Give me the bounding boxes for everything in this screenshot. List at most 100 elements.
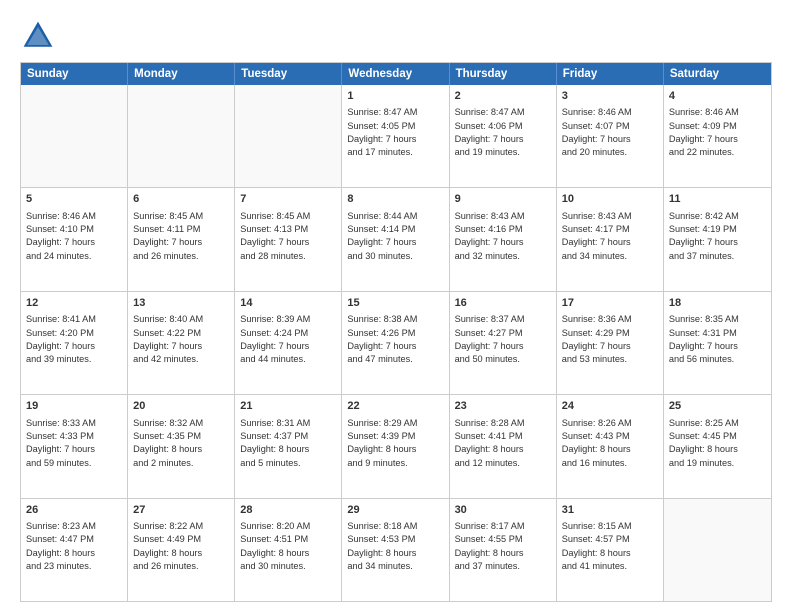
cell-details: Sunrise: 8:47 AM Sunset: 4:05 PM Dayligh… [347,107,417,157]
cal-cell-day-25: 25 Sunrise: 8:25 AM Sunset: 4:45 PM Dayli… [664,395,771,497]
day-number: 26 [26,503,122,518]
logo-icon [20,18,56,54]
cal-cell-day-12: 12 Sunrise: 8:41 AM Sunset: 4:20 PM Dayli… [21,292,128,394]
cell-details: Sunrise: 8:18 AM Sunset: 4:53 PM Dayligh… [347,521,417,571]
cell-details: Sunrise: 8:38 AM Sunset: 4:26 PM Dayligh… [347,314,417,364]
cell-details: Sunrise: 8:43 AM Sunset: 4:16 PM Dayligh… [455,211,525,261]
day-number: 22 [347,399,443,414]
cal-cell-empty [235,85,342,187]
cell-details: Sunrise: 8:25 AM Sunset: 4:45 PM Dayligh… [669,418,739,468]
day-number: 8 [347,192,443,207]
day-number: 27 [133,503,229,518]
cell-details: Sunrise: 8:43 AM Sunset: 4:17 PM Dayligh… [562,211,632,261]
cell-details: Sunrise: 8:31 AM Sunset: 4:37 PM Dayligh… [240,418,310,468]
cal-cell-day-2: 2Sunrise: 8:47 AM Sunset: 4:06 PM Daylig… [450,85,557,187]
header-cell-friday: Friday [557,63,664,85]
day-number: 28 [240,503,336,518]
cell-details: Sunrise: 8:46 AM Sunset: 4:10 PM Dayligh… [26,211,96,261]
cal-cell-empty [21,85,128,187]
cal-cell-empty [664,499,771,601]
cal-cell-empty [128,85,235,187]
day-number: 16 [455,296,551,311]
cal-cell-day-3: 3Sunrise: 8:46 AM Sunset: 4:07 PM Daylig… [557,85,664,187]
cal-cell-day-30: 30 Sunrise: 8:17 AM Sunset: 4:55 PM Dayli… [450,499,557,601]
cell-details: Sunrise: 8:20 AM Sunset: 4:51 PM Dayligh… [240,521,310,571]
day-number: 12 [26,296,122,311]
day-number: 4 [669,89,766,104]
cal-cell-day-16: 16 Sunrise: 8:37 AM Sunset: 4:27 PM Dayli… [450,292,557,394]
cell-details: Sunrise: 8:36 AM Sunset: 4:29 PM Dayligh… [562,314,632,364]
day-number: 11 [669,192,766,207]
day-number: 20 [133,399,229,414]
day-number: 18 [669,296,766,311]
day-number: 3 [562,89,658,104]
cal-cell-day-26: 26 Sunrise: 8:23 AM Sunset: 4:47 PM Dayli… [21,499,128,601]
header-cell-tuesday: Tuesday [235,63,342,85]
day-number: 7 [240,192,336,207]
day-number: 25 [669,399,766,414]
cal-row-2: 12 Sunrise: 8:41 AM Sunset: 4:20 PM Dayli… [21,291,771,394]
cell-details: Sunrise: 8:22 AM Sunset: 4:49 PM Dayligh… [133,521,203,571]
day-number: 15 [347,296,443,311]
cal-cell-day-17: 17 Sunrise: 8:36 AM Sunset: 4:29 PM Dayli… [557,292,664,394]
cal-cell-day-18: 18 Sunrise: 8:35 AM Sunset: 4:31 PM Dayli… [664,292,771,394]
day-number: 24 [562,399,658,414]
day-number: 1 [347,89,443,104]
day-number: 23 [455,399,551,414]
cell-details: Sunrise: 8:39 AM Sunset: 4:24 PM Dayligh… [240,314,310,364]
cell-details: Sunrise: 8:37 AM Sunset: 4:27 PM Dayligh… [455,314,525,364]
cal-cell-day-4: 4 Sunrise: 8:46 AM Sunset: 4:09 PM Daylig… [664,85,771,187]
cal-cell-day-21: 21Sunrise: 8:31 AM Sunset: 4:37 PM Dayli… [235,395,342,497]
day-number: 6 [133,192,229,207]
header [20,18,772,54]
cell-details: Sunrise: 8:28 AM Sunset: 4:41 PM Dayligh… [455,418,525,468]
cell-details: Sunrise: 8:41 AM Sunset: 4:20 PM Dayligh… [26,314,96,364]
cell-details: Sunrise: 8:46 AM Sunset: 4:09 PM Dayligh… [669,107,739,157]
cal-cell-day-8: 8 Sunrise: 8:44 AM Sunset: 4:14 PM Daylig… [342,188,449,290]
cell-details: Sunrise: 8:42 AM Sunset: 4:19 PM Dayligh… [669,211,739,261]
cell-details: Sunrise: 8:23 AM Sunset: 4:47 PM Dayligh… [26,521,96,571]
cal-cell-day-20: 20 Sunrise: 8:32 AM Sunset: 4:35 PM Dayli… [128,395,235,497]
cal-cell-day-5: 5 Sunrise: 8:46 AM Sunset: 4:10 PM Daylig… [21,188,128,290]
cal-cell-day-23: 23 Sunrise: 8:28 AM Sunset: 4:41 PM Dayli… [450,395,557,497]
day-number: 5 [26,192,122,207]
cell-details: Sunrise: 8:44 AM Sunset: 4:14 PM Dayligh… [347,211,417,261]
cal-cell-day-31: 31Sunrise: 8:15 AM Sunset: 4:57 PM Dayli… [557,499,664,601]
day-number: 19 [26,399,122,414]
cell-details: Sunrise: 8:47 AM Sunset: 4:06 PM Dayligh… [455,107,525,157]
cell-details: Sunrise: 8:32 AM Sunset: 4:35 PM Dayligh… [133,418,203,468]
calendar: SundayMondayTuesdayWednesdayThursdayFrid… [20,62,772,602]
header-cell-thursday: Thursday [450,63,557,85]
day-number: 30 [455,503,551,518]
cal-cell-day-9: 9 Sunrise: 8:43 AM Sunset: 4:16 PM Daylig… [450,188,557,290]
cal-cell-day-14: 14 Sunrise: 8:39 AM Sunset: 4:24 PM Dayli… [235,292,342,394]
day-number: 29 [347,503,443,518]
cal-row-1: 5 Sunrise: 8:46 AM Sunset: 4:10 PM Daylig… [21,187,771,290]
calendar-body: 1 Sunrise: 8:47 AM Sunset: 4:05 PM Daylig… [21,85,771,601]
day-number: 17 [562,296,658,311]
header-cell-saturday: Saturday [664,63,771,85]
page: SundayMondayTuesdayWednesdayThursdayFrid… [0,0,792,612]
day-number: 14 [240,296,336,311]
cal-cell-day-19: 19Sunrise: 8:33 AM Sunset: 4:33 PM Dayli… [21,395,128,497]
cal-cell-day-27: 27 Sunrise: 8:22 AM Sunset: 4:49 PM Dayli… [128,499,235,601]
cal-cell-day-7: 7 Sunrise: 8:45 AM Sunset: 4:13 PM Daylig… [235,188,342,290]
cal-row-3: 19Sunrise: 8:33 AM Sunset: 4:33 PM Dayli… [21,394,771,497]
cell-details: Sunrise: 8:17 AM Sunset: 4:55 PM Dayligh… [455,521,525,571]
cal-cell-day-15: 15 Sunrise: 8:38 AM Sunset: 4:26 PM Dayli… [342,292,449,394]
cal-row-0: 1 Sunrise: 8:47 AM Sunset: 4:05 PM Daylig… [21,85,771,187]
calendar-header: SundayMondayTuesdayWednesdayThursdayFrid… [21,63,771,85]
cell-details: Sunrise: 8:45 AM Sunset: 4:13 PM Dayligh… [240,211,310,261]
logo [20,18,60,54]
cal-cell-day-1: 1 Sunrise: 8:47 AM Sunset: 4:05 PM Daylig… [342,85,449,187]
day-number: 9 [455,192,551,207]
cal-cell-day-13: 13Sunrise: 8:40 AM Sunset: 4:22 PM Dayli… [128,292,235,394]
cal-row-4: 26 Sunrise: 8:23 AM Sunset: 4:47 PM Dayli… [21,498,771,601]
cal-cell-day-24: 24Sunrise: 8:26 AM Sunset: 4:43 PM Dayli… [557,395,664,497]
cal-cell-day-29: 29 Sunrise: 8:18 AM Sunset: 4:53 PM Dayli… [342,499,449,601]
cal-cell-day-22: 22Sunrise: 8:29 AM Sunset: 4:39 PM Dayli… [342,395,449,497]
cal-cell-day-28: 28 Sunrise: 8:20 AM Sunset: 4:51 PM Dayli… [235,499,342,601]
cell-details: Sunrise: 8:35 AM Sunset: 4:31 PM Dayligh… [669,314,739,364]
header-cell-sunday: Sunday [21,63,128,85]
cell-details: Sunrise: 8:45 AM Sunset: 4:11 PM Dayligh… [133,211,203,261]
